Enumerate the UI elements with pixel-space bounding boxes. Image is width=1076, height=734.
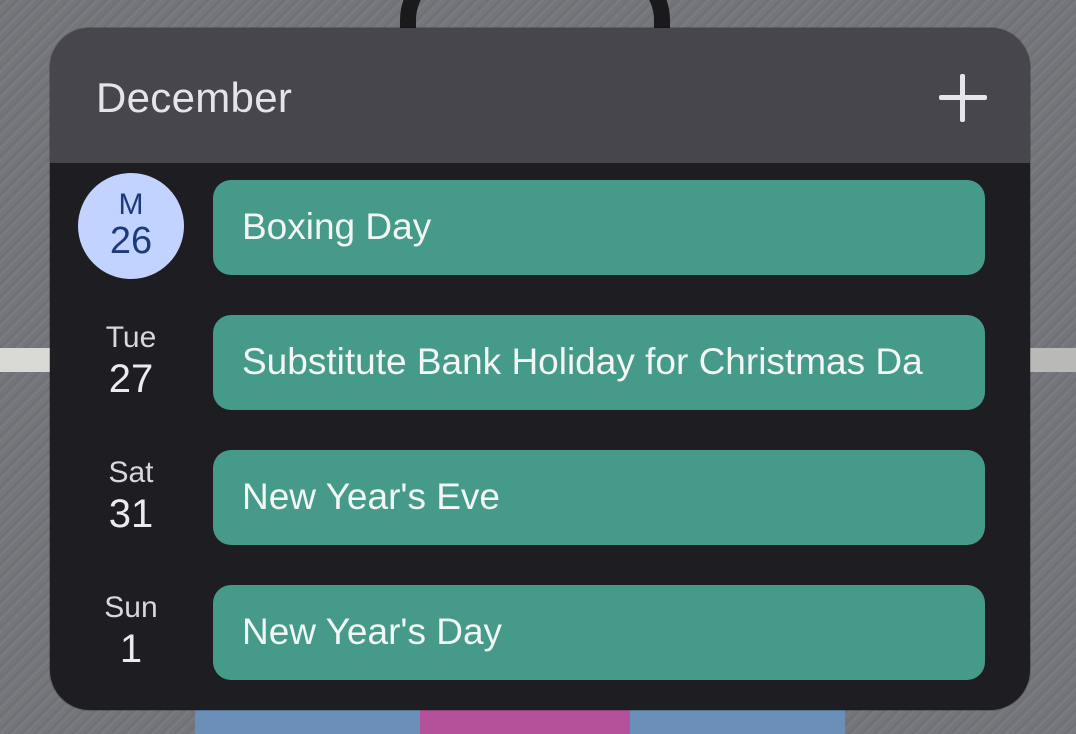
day-of-month: 31 [108, 492, 154, 536]
event-chip[interactable]: Boxing Day [213, 180, 985, 275]
day-of-month: 27 [108, 357, 154, 401]
event-chip[interactable]: New Year's Day [213, 585, 985, 680]
add-event-button[interactable] [933, 68, 993, 128]
calendar-widget[interactable]: December M 26 Boxing Day Tue 27 Substitu… [50, 28, 1030, 710]
month-title[interactable]: December [96, 74, 292, 122]
event-chip[interactable]: New Year's Eve [213, 450, 985, 545]
event-title: New Year's Eve [242, 476, 500, 517]
day-of-week: Sat [108, 456, 154, 489]
widget-header: December [50, 28, 1030, 163]
agenda-day-row: Sun 1 New Year's Day [50, 585, 1030, 681]
day-of-month: 26 [109, 220, 153, 262]
event-title: Substitute Bank Holiday for Christmas Da [242, 341, 923, 382]
date-label[interactable]: Sun 1 [78, 585, 184, 681]
day-of-month: 1 [119, 627, 143, 671]
day-of-week: M [118, 188, 144, 221]
day-of-week: Sun [104, 591, 158, 624]
event-title: Boxing Day [242, 206, 432, 247]
today-date-badge[interactable]: M 26 [78, 173, 184, 279]
agenda-day-row: Tue 27 Substitute Bank Holiday for Chris… [50, 315, 1030, 411]
date-label[interactable]: Sat 31 [78, 450, 184, 546]
event-chip[interactable]: Substitute Bank Holiday for Christmas Da [213, 315, 985, 410]
agenda-day-row: M 26 Boxing Day [50, 173, 1030, 279]
day-of-week: Tue [105, 321, 157, 354]
date-label[interactable]: Tue 27 [78, 315, 184, 411]
agenda-day-row: Sat 31 New Year's Eve [50, 450, 1030, 546]
event-title: New Year's Day [242, 611, 503, 652]
